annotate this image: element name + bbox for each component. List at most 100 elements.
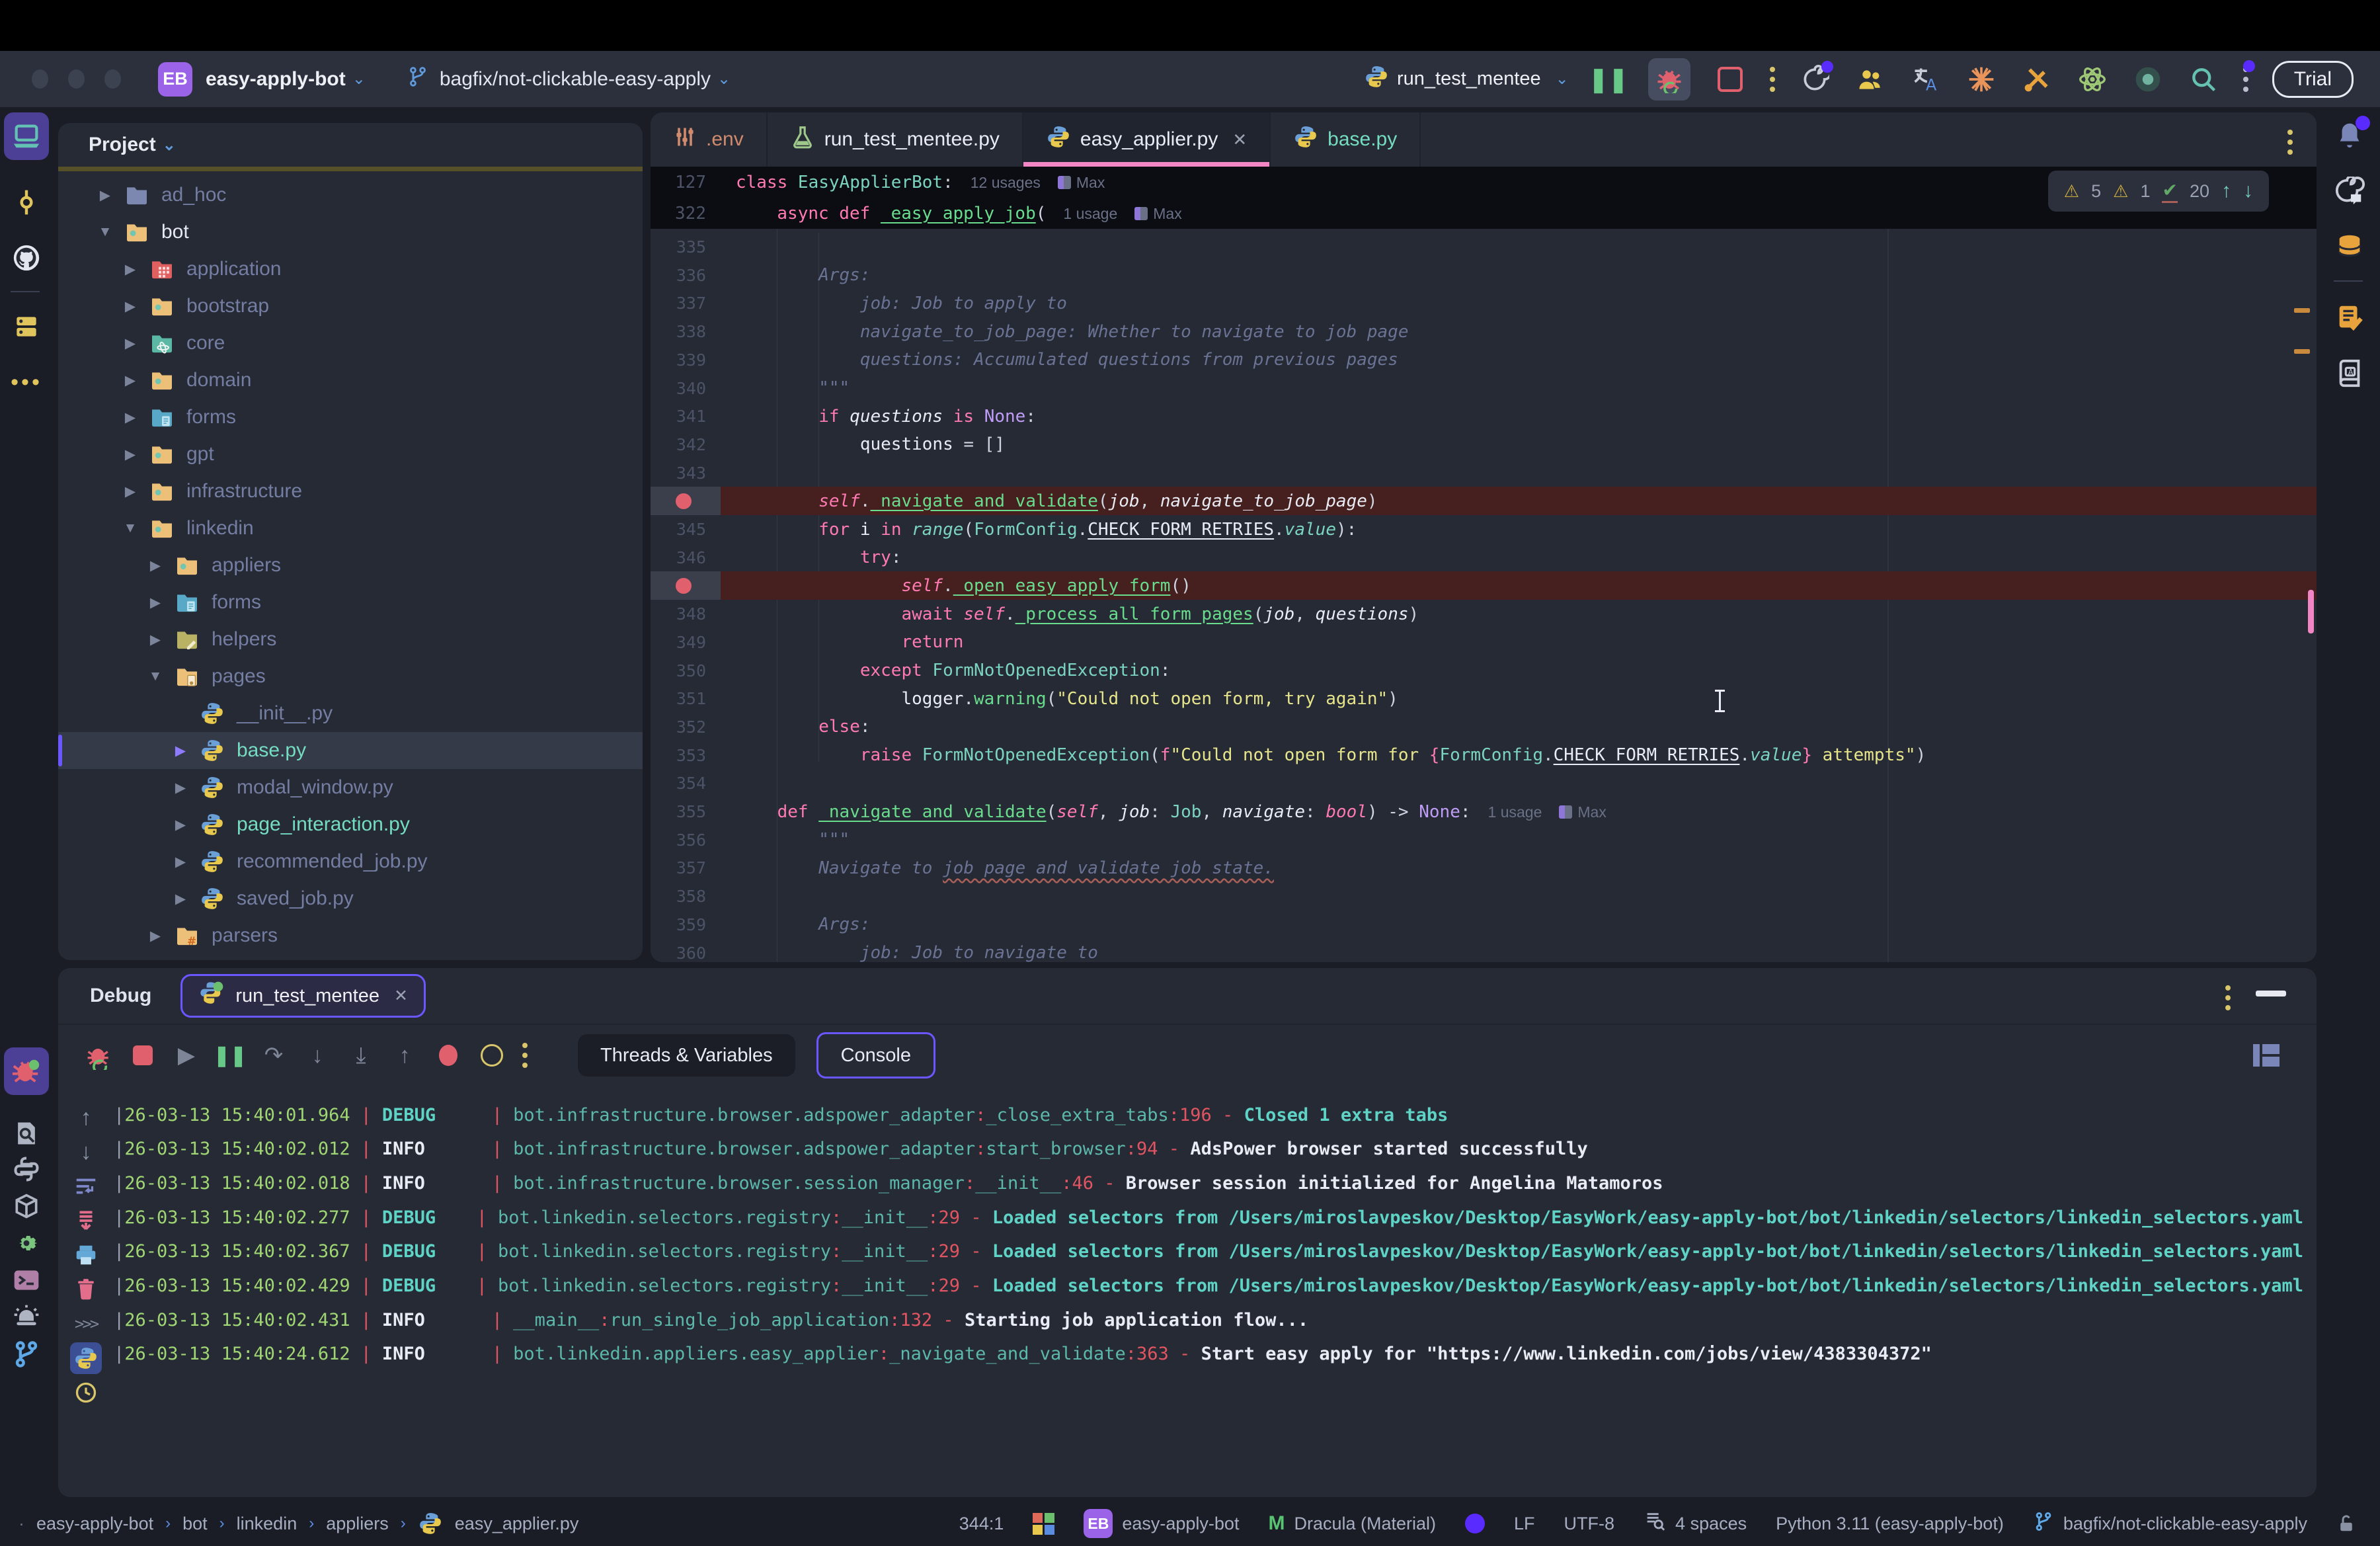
expand-arrow-icon[interactable]: ▶ (147, 594, 164, 611)
code-line-338[interactable]: 338 navigate_to_job_page: Whether to nav… (651, 317, 2317, 346)
warning-stripe-mark[interactable] (2294, 349, 2310, 354)
breakpoint-icon[interactable] (676, 578, 692, 594)
tasks-tool-icon[interactable] (2327, 294, 2372, 341)
scroll-to-end-icon[interactable] (69, 1203, 103, 1238)
tools-plugin-icon[interactable] (2021, 63, 2053, 95)
tree-item--init-py[interactable]: __init__.py (58, 695, 643, 732)
editor-tab-base-py[interactable]: base.py (1271, 112, 1421, 167)
code-line-350[interactable]: 350 except FormNotOpenedException: (651, 657, 2317, 685)
expand-arrow-icon[interactable]: ▶ (147, 557, 164, 574)
status-line-ending[interactable]: LF (1514, 1514, 1535, 1534)
expand-arrow-icon[interactable]: ▶ (97, 187, 114, 204)
tab-console[interactable]: Console (816, 1032, 935, 1078)
code-line-352[interactable]: 352 else: (651, 713, 2317, 741)
code-line-357[interactable]: 357 Navigate to job page and validate jo… (651, 854, 2317, 882)
code-line-355[interactable]: 355 def _navigate_and_validate(self, job… (651, 797, 2317, 826)
step-out-icon[interactable]: ↑ (387, 1038, 422, 1073)
tree-item-parsers[interactable]: ▶#parsers (58, 917, 643, 954)
code-line-336[interactable]: 336 Args: (651, 261, 2317, 290)
code-vision-author[interactable]: Max (1577, 803, 1606, 821)
code-vision-usages[interactable]: 1 usage (1488, 803, 1542, 821)
status-theme[interactable]: M Dracula (Material) (1268, 1512, 1436, 1535)
editor-tab--env[interactable]: .env (651, 112, 768, 167)
expand-arrow-icon[interactable]: ▶ (172, 854, 189, 870)
pause-button[interactable]: ❚❚ (213, 1038, 247, 1073)
debug-tool-icon[interactable] (4, 1047, 49, 1095)
tree-item-forms[interactable]: ▶forms (58, 584, 643, 621)
expand-arrow-icon[interactable]: ▶ (172, 891, 189, 907)
caret-position[interactable]: 344:1 (959, 1514, 1004, 1534)
collapse-arrow-icon[interactable]: ▼ (122, 520, 139, 536)
documentation-tool-icon[interactable]: A (2327, 349, 2372, 397)
debug-button[interactable] (1648, 58, 1690, 101)
expand-arrow-icon[interactable]: ▶ (122, 446, 139, 463)
clear-console-icon[interactable] (69, 1272, 103, 1307)
tree-item-modal-window-py[interactable]: ▶modal_window.py (58, 769, 643, 806)
tree-item-recommended-job-py[interactable]: ▶recommended_job.py (58, 843, 643, 880)
window-controls[interactable] (32, 69, 121, 89)
prev-problem-icon[interactable]: ↑ (2221, 180, 2231, 202)
expand-arrow-icon[interactable]: ▶ (122, 483, 139, 500)
project-selector[interactable]: easy-apply-bot (206, 68, 346, 91)
editor-tab-easy-applier-py[interactable]: easy_applier.py✕ (1023, 112, 1271, 167)
pause-button[interactable]: ❚❚ (1593, 63, 1624, 95)
editor-scrollbar-thumb[interactable] (2308, 590, 2314, 633)
trial-badge[interactable]: Trial (2272, 61, 2354, 98)
status-branch[interactable]: bagfix/not-clickable-easy-apply (2033, 1510, 2307, 1538)
editor-tab-run-test-mentee-py[interactable]: run_test_mentee.py (768, 112, 1023, 167)
code-line-360[interactable]: 360 job: Job to navigate to (651, 939, 2317, 963)
expand-arrow-icon[interactable]: ▶ (172, 743, 189, 759)
ai-assistant-tool-icon[interactable] (2327, 168, 2372, 216)
tree-item-forms[interactable]: ▶forms (58, 399, 643, 436)
close-tab-icon[interactable]: ✕ (1232, 130, 1247, 150)
debug-options-icon[interactable] (2225, 985, 2231, 1010)
rerun-debug-button[interactable] (82, 1038, 116, 1073)
tab-threads-variables[interactable]: Threads & Variables (578, 1034, 795, 1077)
status-indent[interactable]: 4 spaces (1644, 1510, 1747, 1537)
code-vision-author[interactable]: Max (1153, 205, 1181, 222)
code-line-359[interactable]: 359 Args: (651, 911, 2317, 939)
code-line-346[interactable]: 346 try: (651, 544, 2317, 572)
status-project[interactable]: EB easy-apply-bot (1084, 1509, 1239, 1538)
tree-item-application[interactable]: ▶application (58, 251, 643, 288)
breadcrumb[interactable]: ·easy-apply-bot›bot›linkedin›appliers›ea… (19, 1511, 578, 1536)
code-vision-usages[interactable]: 12 usages (971, 174, 1041, 191)
expand-arrow-icon[interactable]: ▶ (147, 631, 164, 648)
commit-tool-icon[interactable] (4, 179, 49, 226)
tree-item-infrastructure[interactable]: ▶infrastructure (58, 473, 643, 510)
starburst-plugin-icon[interactable] (1965, 63, 1997, 95)
code-line-335[interactable]: 335 (651, 233, 2317, 261)
project-panel-header[interactable]: Project⌄ (58, 123, 643, 167)
translate-icon[interactable]: A (1910, 63, 1942, 95)
history-icon[interactable] (69, 1375, 103, 1410)
expand-arrow-icon[interactable]: ▶ (147, 928, 164, 944)
atom-plugin-icon[interactable] (2077, 63, 2108, 95)
code-line-351[interactable]: 351 logger.warning("Could not open form,… (651, 684, 2317, 713)
debug-console[interactable]: ↑↓>>> |26-03-13 15:40:01.964|DEBUG|bot.i… (58, 1086, 2317, 1497)
notifications-icon[interactable] (2327, 112, 2372, 160)
code-line-337[interactable]: 337 job: Job to apply to (651, 289, 2317, 317)
breadcrumb-item[interactable]: appliers (326, 1514, 389, 1534)
code-line-344[interactable]: self._navigate_and_validate(job, navigat… (651, 487, 2317, 515)
search-everywhere-icon[interactable] (2188, 63, 2219, 95)
code-line-356[interactable]: 356 """ (651, 826, 2317, 854)
code-vision-author[interactable]: Max (1076, 174, 1105, 191)
code-line-340[interactable]: 340 """ (651, 374, 2317, 403)
github-tool-icon[interactable] (4, 234, 49, 282)
tree-item-pages[interactable]: ▼pages (58, 658, 643, 695)
code-line-342[interactable]: 342 questions = [] (651, 430, 2317, 459)
code-line-341[interactable]: 341 if questions is None: (651, 402, 2317, 430)
collapse-arrow-icon[interactable]: ▼ (147, 669, 164, 684)
tab-options-icon[interactable] (2287, 130, 2293, 155)
more-tools-icon[interactable]: ••• (4, 358, 49, 406)
force-step-into-icon[interactable]: ⤓ (344, 1038, 378, 1073)
breadcrumb-item[interactable]: bot (182, 1514, 208, 1534)
stop-button[interactable] (126, 1038, 160, 1073)
code-line-343[interactable]: 343 (651, 459, 2317, 487)
soft-wrap-icon[interactable] (69, 1169, 103, 1203)
collaboration-icon[interactable] (1854, 63, 1886, 95)
structure-tool-icon[interactable] (4, 303, 49, 350)
step-into-icon[interactable]: ↓ (300, 1038, 335, 1073)
python-console-icon[interactable] (69, 1341, 103, 1375)
expand-arrow-icon[interactable]: ▶ (172, 780, 189, 796)
